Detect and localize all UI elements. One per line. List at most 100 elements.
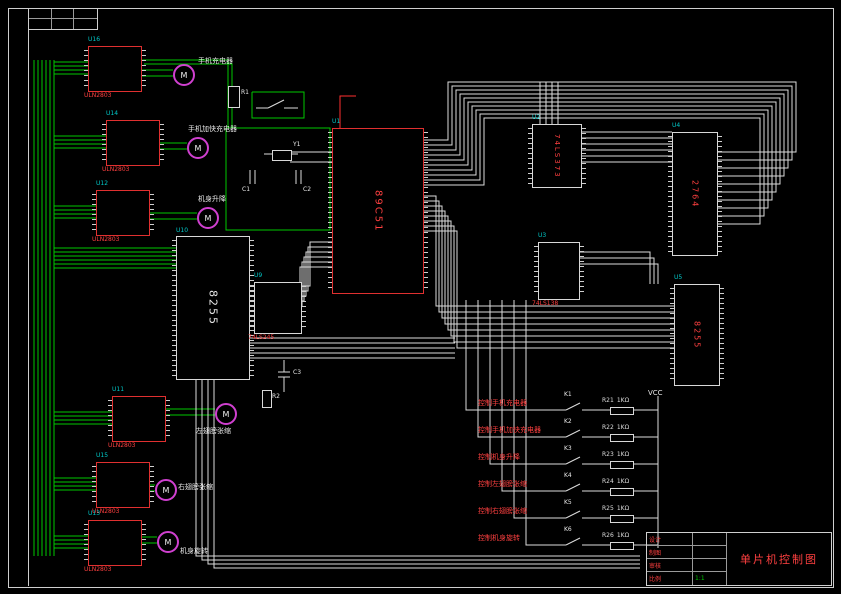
- resistor-label: R26 1KΩ: [602, 532, 629, 539]
- resistor-symbol: [610, 434, 634, 442]
- chip-label: 8255: [692, 320, 702, 350]
- motor-icon: M: [157, 531, 179, 553]
- resistor-label: R2: [272, 393, 280, 400]
- relay-row-label: 控制右翅膀张缩: [478, 507, 527, 515]
- pin-row-icon: [250, 286, 254, 330]
- pin-row-icon: [172, 240, 176, 376]
- switch-designator: K6: [564, 526, 572, 533]
- resistor-symbol: [610, 515, 634, 523]
- chip-designator: U13: [88, 510, 101, 517]
- pin-row-icon: [718, 136, 722, 252]
- relay-row-label: 控制手机充电器: [478, 399, 527, 407]
- chip-label: ULN2803: [92, 236, 120, 243]
- relay-row-label: 控制机身旋转: [478, 534, 520, 542]
- pin-row-icon: [142, 524, 146, 562]
- motor-icon: M: [197, 207, 219, 229]
- resistor-label: R23 1KΩ: [602, 451, 629, 458]
- resistor-value: 1KΩ: [616, 397, 630, 404]
- chip-designator: U2: [532, 114, 541, 121]
- motor-caption: 机身旋转: [180, 547, 208, 555]
- motor-letter: M: [162, 485, 170, 495]
- resistor-value: 1KΩ: [616, 505, 630, 512]
- resistor-ref: R21: [602, 397, 614, 404]
- title-block: 设计 单片机控制图 制图 审核 比例 1:1: [646, 532, 832, 586]
- pin-row-icon: [720, 288, 724, 382]
- resistor-symbol: [228, 86, 240, 108]
- cad-canvas: U16 ULN2803 M 手机充电器 U14 ULN2803 M 手机加快充电…: [0, 0, 841, 594]
- driver-chip: [92, 462, 154, 508]
- motor-letter: M: [194, 143, 202, 153]
- pin-row-icon: [160, 124, 164, 162]
- resistor-value: 1KΩ: [616, 451, 630, 458]
- frame-corner-table: [28, 8, 98, 30]
- pin-row-icon: [142, 50, 146, 88]
- chip-designator: U3: [538, 232, 547, 239]
- buffer-chip: [250, 282, 306, 334]
- motor-caption: 手机加快充电器: [188, 125, 237, 133]
- vcc-rail-label: VCC: [648, 389, 663, 397]
- titleblock-value: [693, 546, 727, 559]
- titleblock-field: 设计: [647, 533, 693, 546]
- switch-designator: K2: [564, 418, 572, 425]
- chip-designator: U1: [332, 118, 341, 125]
- chip-designator: U4: [672, 122, 681, 129]
- eprom-chip: 2764: [668, 132, 722, 256]
- corner-divider: [29, 18, 97, 19]
- pin-row-icon: [150, 466, 154, 504]
- chip-label: ULN2803: [108, 442, 136, 449]
- titleblock-value: [693, 559, 727, 572]
- chip-designator: U12: [96, 180, 109, 187]
- chip-designator: U10: [176, 227, 189, 234]
- resistor-value: 1KΩ: [616, 532, 630, 539]
- relay-row-label: 控制机身升降: [478, 453, 520, 461]
- chip-label: 74LS373: [553, 133, 561, 179]
- crystal-label: Y1: [293, 141, 301, 148]
- resistor-ref: R23: [602, 451, 614, 458]
- driver-chip: [108, 396, 170, 442]
- motor-letter: M: [204, 213, 212, 223]
- resistor-ref: R26: [602, 532, 614, 539]
- resistor-value: 1KΩ: [616, 424, 630, 431]
- motor-letter: M: [180, 70, 188, 80]
- resistor-symbol: [262, 390, 272, 408]
- motor-icon: M: [173, 64, 195, 86]
- resistor-label: R22 1KΩ: [602, 424, 629, 431]
- chip-label: 2764: [690, 179, 700, 209]
- pio-left-chip: 8255: [172, 236, 254, 380]
- pin-row-icon: [670, 288, 674, 382]
- motor-icon: M: [187, 137, 209, 159]
- crystal-symbol: [272, 150, 292, 161]
- decoder-chip: [534, 242, 584, 300]
- drawing-title: 单片机控制图: [740, 553, 818, 566]
- mcu-chip: 89C51: [328, 128, 428, 294]
- titleblock-value: [693, 533, 727, 546]
- motor-letter: M: [164, 537, 172, 547]
- driver-chip: [84, 46, 146, 92]
- pio-right-chip: 8255: [670, 284, 724, 386]
- titleblock-field: 比例: [647, 572, 693, 585]
- motor-caption: 机身升降: [198, 195, 226, 203]
- motor-icon: M: [215, 403, 237, 425]
- chip-designator: U15: [96, 452, 109, 459]
- pin-row-icon: [534, 246, 538, 296]
- pin-row-icon: [328, 132, 332, 290]
- titleblock-field: 制图: [647, 546, 693, 559]
- relay-row-label: 控制左翅膀张缩: [478, 480, 527, 488]
- motor-caption: 右翅膀张缩: [178, 483, 213, 491]
- corner-divider: [51, 9, 52, 29]
- corner-divider: [73, 9, 74, 29]
- pin-row-icon: [528, 128, 532, 184]
- capacitor-label: C2: [303, 186, 312, 193]
- frame-margin-line: [28, 8, 29, 586]
- motor-letter: M: [222, 409, 230, 419]
- switch-designator: K4: [564, 472, 572, 479]
- chip-designator: U5: [674, 274, 683, 281]
- pin-row-icon: [668, 136, 672, 252]
- capacitor-label: C3: [293, 369, 302, 376]
- resistor-symbol: [610, 461, 634, 469]
- chip-label: ULN2803: [102, 166, 130, 173]
- driver-chip: [102, 120, 164, 166]
- chip-designator: U9: [254, 272, 263, 279]
- pin-row-icon: [92, 466, 96, 504]
- resistor-symbol: [610, 488, 634, 496]
